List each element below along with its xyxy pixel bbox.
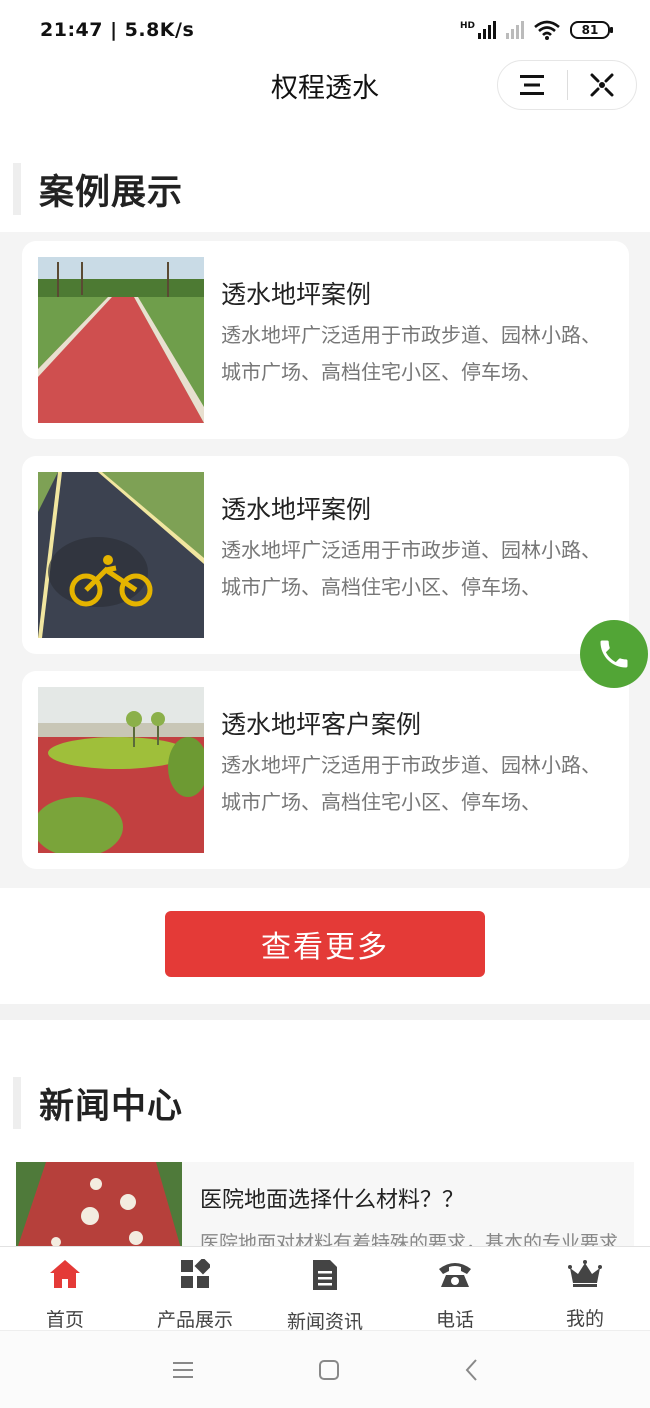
back-chevron-icon[interactable] xyxy=(464,1358,478,1382)
tab-label: 电话 xyxy=(435,1309,474,1331)
document-icon xyxy=(313,1260,337,1290)
status-indicators: HD 81 xyxy=(460,20,613,40)
case-title: 透水地坪案例 xyxy=(221,280,372,309)
hd-badge: HD xyxy=(459,21,475,31)
lakeside-red-path-photo xyxy=(38,687,204,853)
tab-label: 产品展示 xyxy=(156,1309,233,1331)
news-title: 医院地面选择什么材料？？ xyxy=(200,1188,465,1213)
tab-label: 我的 xyxy=(565,1308,604,1330)
grid-icon xyxy=(181,1259,210,1288)
more-button-area: 查看更多 xyxy=(0,888,650,1004)
system-navigation-bar xyxy=(0,1330,650,1408)
tab-news[interactable]: 新闻资讯 xyxy=(260,1247,390,1333)
signal-icon: HD xyxy=(460,21,496,39)
cases-section-header: 案例展示 xyxy=(13,163,613,215)
signal-secondary-icon xyxy=(506,21,524,39)
wifi-icon xyxy=(534,20,560,40)
tab-mine[interactable]: 我的 xyxy=(520,1247,650,1331)
case-card[interactable]: 透水地坪案例 透水地坪广泛适用于市政步道、园林小路、城市广场、高档住宅小区、停车… xyxy=(22,241,629,439)
red-park-path-photo xyxy=(38,257,204,423)
tab-home[interactable]: 首页 xyxy=(0,1247,130,1331)
tab-products[interactable]: 产品展示 xyxy=(130,1247,260,1331)
miniprogram-close-icon xyxy=(590,73,614,97)
case-description: 透水地坪广泛适用于市政步道、园林小路、城市广场、高档住宅小区、停车场、 xyxy=(221,538,601,599)
case-card[interactable]: 透水地坪客户案例 透水地坪广泛适用于市政步道、园林小路、城市广场、高档住宅小区、… xyxy=(22,671,629,869)
phone-handset-icon xyxy=(600,640,628,668)
case-title: 透水地坪案例 xyxy=(221,495,372,524)
case-title: 透水地坪客户案例 xyxy=(221,710,422,739)
crown-icon xyxy=(568,1259,602,1287)
view-more-button[interactable]: 查看更多 xyxy=(165,911,485,977)
case-card[interactable]: 透水地坪案例 透水地坪广泛适用于市政步道、园林小路、城市广场、高档住宅小区、停车… xyxy=(22,456,629,654)
telephone-icon xyxy=(439,1263,471,1287)
home-icon xyxy=(50,1260,80,1288)
title-bar: 权程透水 xyxy=(0,60,650,110)
tab-phone[interactable]: 电话 xyxy=(390,1247,520,1331)
home-square-icon[interactable] xyxy=(318,1359,340,1381)
close-button[interactable] xyxy=(568,60,637,110)
hamburger-icon xyxy=(520,75,545,95)
bottom-tab-bar: 首页 产品展示 新闻资讯 电话 我的 xyxy=(0,1246,650,1333)
status-time-speed: 21:47 | 5.8K/s xyxy=(40,19,195,41)
bike-lane-photo xyxy=(38,472,204,638)
battery-indicator: 81 xyxy=(570,21,613,39)
menu-icon[interactable] xyxy=(172,1361,194,1379)
call-button[interactable] xyxy=(580,620,648,688)
case-description: 透水地坪广泛适用于市政步道、园林小路、城市广场、高档住宅小区、停车场、 xyxy=(221,753,601,814)
case-description: 透水地坪广泛适用于市政步道、园林小路、城市广场、高档住宅小区、停车场、 xyxy=(221,323,601,384)
section-accent-bar xyxy=(13,163,21,215)
section-divider xyxy=(0,1004,650,1020)
status-bar: 21:47 | 5.8K/s HD 81 xyxy=(0,0,650,60)
cases-heading: 案例展示 xyxy=(39,172,184,213)
news-list-item[interactable]: 医院地面选择什么材料？？ 医院地面对材料有着特殊的要求，基本的专业要求 xyxy=(16,1162,634,1252)
section-accent-bar xyxy=(13,1077,21,1129)
tab-label: 首页 xyxy=(45,1309,84,1331)
news-heading: 新闻中心 xyxy=(39,1086,184,1127)
flower-pattern-path-photo xyxy=(16,1162,182,1252)
miniprogram-capsule xyxy=(497,60,637,110)
menu-button[interactable] xyxy=(498,60,567,110)
news-section-header: 新闻中心 xyxy=(13,1077,613,1129)
